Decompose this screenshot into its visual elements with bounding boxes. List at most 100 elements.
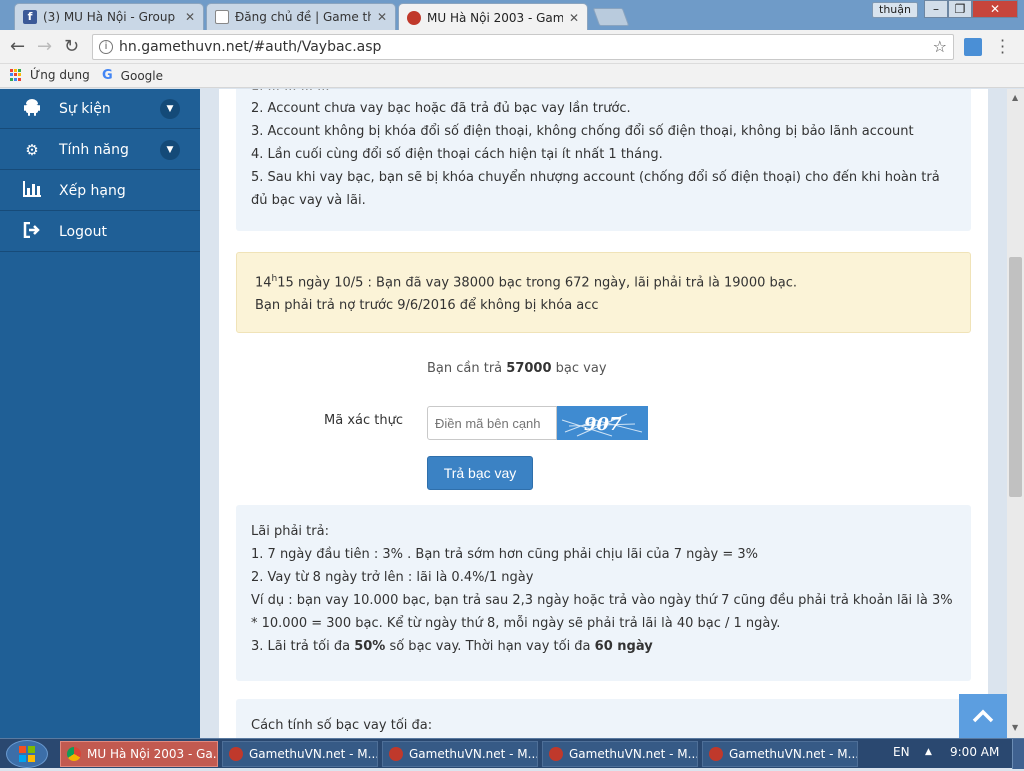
window-close-button[interactable]: ✕ bbox=[972, 0, 1018, 18]
taskbar-item-game[interactable]: GamethuVN.net - M... bbox=[222, 741, 378, 767]
start-button[interactable] bbox=[6, 740, 48, 768]
sidebar-item-events[interactable]: Sự kiện ▼ bbox=[0, 89, 200, 129]
taskbar-item-chrome[interactable]: MU Hà Nội 2003 - Ga... bbox=[60, 741, 218, 767]
bookmark-apps[interactable]: Ứng dụng bbox=[10, 68, 90, 82]
taskbar-item-label: GamethuVN.net - M... bbox=[729, 747, 858, 761]
taskbar-item-label: GamethuVN.net - M... bbox=[569, 747, 698, 761]
repay-amount-suffix: bạc vay bbox=[555, 361, 607, 376]
bookmark-star-icon[interactable]: ☆ bbox=[933, 35, 947, 59]
profile-button[interactable]: thuận bbox=[872, 2, 918, 18]
minimize-button[interactable]: – bbox=[924, 0, 948, 18]
close-icon[interactable]: ✕ bbox=[569, 11, 579, 25]
show-desktop-button[interactable] bbox=[1012, 739, 1024, 769]
android-icon bbox=[22, 98, 42, 120]
max-loan-box: Cách tính số bạc vay tối đa: bbox=[236, 699, 971, 738]
sidebar-item-features[interactable]: ⚙ Tính năng ▼ bbox=[0, 130, 200, 170]
menu-icon[interactable]: · · · bbox=[1000, 33, 1005, 61]
tab-facebook[interactable]: f (3) MU Hà Nội - Group A ✕ bbox=[14, 3, 204, 30]
forward-icon[interactable]: → bbox=[37, 36, 52, 57]
sidebar-item-logout[interactable]: Logout bbox=[0, 212, 200, 252]
language-indicator[interactable]: EN bbox=[893, 745, 910, 759]
scroll-to-top-button[interactable] bbox=[959, 694, 1007, 738]
bookmarks-bar: Ứng dụng G Google bbox=[0, 64, 1024, 88]
captcha-input[interactable] bbox=[427, 406, 557, 440]
condition-item: 3. Account không bị khóa đổi số điện tho… bbox=[251, 124, 914, 139]
google-icon: G bbox=[102, 68, 113, 83]
interest-max-text: 3. Lãi trả tối đa bbox=[251, 639, 351, 654]
repay-button[interactable]: Trả bạc vay bbox=[427, 456, 533, 490]
condition-item: 2. Account chưa vay bạc hoặc đã trả đủ b… bbox=[251, 101, 631, 116]
condition-item: 4. Lần cuối cùng đổi số điện thoại cách … bbox=[251, 147, 663, 162]
close-icon[interactable]: ✕ bbox=[377, 10, 387, 24]
reload-icon[interactable]: ↻ bbox=[64, 36, 79, 57]
repay-amount-prefix: Bạn cần trả bbox=[427, 361, 503, 376]
interest-term-days: 60 ngày bbox=[594, 639, 653, 654]
bar-chart-icon bbox=[22, 180, 42, 201]
document-icon bbox=[215, 10, 229, 24]
page-viewport: Sự kiện ▼ ⚙ Tính năng ▼ Xếp hạng Logout … bbox=[0, 89, 1024, 738]
chevron-down-icon[interactable]: ▼ bbox=[160, 99, 180, 119]
tab-forum[interactable]: Đăng chủ đề | Game thủ ✕ bbox=[206, 3, 396, 30]
close-icon[interactable]: ✕ bbox=[185, 10, 195, 24]
interest-info-box: Lãi phải trả: 1. 7 ngày đầu tiên : 3% . … bbox=[236, 505, 971, 681]
mu-game-icon bbox=[229, 747, 243, 761]
captcha-label: Mã xác thực bbox=[324, 413, 403, 428]
repay-amount-text: Bạn cần trả 57000 bạc vay bbox=[427, 361, 607, 376]
captcha-image: 907 bbox=[557, 406, 648, 440]
new-tab-button[interactable] bbox=[592, 8, 630, 26]
taskbar-item-label: GamethuVN.net - M... bbox=[409, 747, 538, 761]
apps-grid-icon bbox=[10, 69, 22, 81]
tab-title: Đăng chủ đề | Game thủ bbox=[235, 10, 371, 24]
interest-term-text: số bạc vay. Thời hạn vay tối đa bbox=[389, 639, 591, 654]
windows-taskbar: MU Hà Nội 2003 - Ga... GamethuVN.net - M… bbox=[0, 738, 1024, 769]
sidebar-item-label: Xếp hạng bbox=[59, 182, 126, 199]
sidebar-item-label: Logout bbox=[59, 223, 107, 240]
maximize-button[interactable]: ❐ bbox=[948, 0, 972, 18]
notice-hour: 14 bbox=[255, 275, 272, 291]
bookmark-label: Google bbox=[120, 68, 163, 83]
tab-mu-hanoi[interactable]: MU Hà Nội 2003 - Game ✕ bbox=[398, 3, 588, 31]
scrollbar-thumb[interactable] bbox=[1009, 257, 1022, 497]
repay-amount-value: 57000 bbox=[506, 361, 552, 376]
sidebar: Sự kiện ▼ ⚙ Tính năng ▼ Xếp hạng Logout bbox=[0, 89, 200, 738]
url-text: hn.gamethuvn.net/#auth/Vaybac.asp bbox=[119, 39, 382, 55]
condition-item: 5. Sau khi vay bạc, bạn sẽ bị khóa chuyể… bbox=[251, 170, 940, 208]
tab-title: MU Hà Nội 2003 - Game bbox=[427, 10, 563, 25]
interest-line: 1. 7 ngày đầu tiên : 3% . Bạn trả sớm hơ… bbox=[251, 547, 759, 562]
back-icon[interactable]: ← bbox=[10, 36, 25, 57]
browser-tab-strip: f (3) MU Hà Nội - Group A ✕ Đăng chủ đề … bbox=[0, 0, 1024, 31]
extension-icon[interactable] bbox=[964, 38, 982, 56]
main-content: 1. ... ... ... ... 2. Account chưa vay b… bbox=[219, 89, 988, 738]
clock[interactable]: 9:00 AM bbox=[950, 745, 999, 759]
notice-text: 15 ngày 10/5 : Bạn đã vay 38000 bạc tron… bbox=[277, 275, 797, 291]
gears-icon: ⚙ bbox=[25, 140, 39, 159]
scroll-up-arrow-icon[interactable]: ▲ bbox=[1012, 93, 1018, 102]
sidebar-item-ranking[interactable]: Xếp hạng bbox=[0, 171, 200, 211]
page-scrollbar[interactable]: ▲ ▼ bbox=[1007, 89, 1024, 738]
interest-line: 3. Lãi trả tối đa 50% số bạc vay. Thời h… bbox=[251, 635, 956, 658]
taskbar-item-label: MU Hà Nội 2003 - Ga... bbox=[87, 747, 218, 761]
info-icon[interactable]: i bbox=[99, 40, 113, 54]
notice-line-2: Bạn phải trả nợ trước 9/6/2016 để không … bbox=[255, 298, 599, 314]
taskbar-item-game[interactable]: GamethuVN.net - M... bbox=[382, 741, 538, 767]
interest-title: Lãi phải trả: bbox=[251, 524, 329, 539]
chevron-down-icon[interactable]: ▼ bbox=[160, 140, 180, 160]
interest-line: 2. Vay từ 8 ngày trở lên : lãi là 0.4%/1… bbox=[251, 570, 534, 585]
mu-game-icon bbox=[549, 747, 563, 761]
scroll-down-arrow-icon[interactable]: ▼ bbox=[1012, 723, 1018, 732]
max-loan-title: Cách tính số bạc vay tối đa: bbox=[251, 718, 433, 733]
sidebar-item-label: Tính năng bbox=[59, 141, 129, 158]
mu-game-icon bbox=[389, 747, 403, 761]
taskbar-item-game[interactable]: GamethuVN.net - M... bbox=[542, 741, 698, 767]
taskbar-item-game[interactable]: GamethuVN.net - M... bbox=[702, 741, 858, 767]
tray-expand-icon[interactable]: ▲ bbox=[925, 747, 932, 757]
taskbar-item-label: GamethuVN.net - M... bbox=[249, 747, 378, 761]
notice-line-1: 14h15 ngày 10/5 : Bạn đã vay 38000 bạc t… bbox=[255, 268, 952, 294]
condition-partial: 1. ... ... ... ... bbox=[251, 89, 956, 97]
address-bar[interactable]: i hn.gamethuvn.net/#auth/Vaybac.asp ☆ bbox=[92, 34, 954, 60]
bookmark-google[interactable]: G Google bbox=[102, 68, 163, 83]
sidebar-item-label: Sự kiện bbox=[59, 100, 111, 117]
interest-max-percent: 50% bbox=[354, 639, 386, 654]
captcha-text: 907 bbox=[584, 414, 622, 435]
mu-game-icon bbox=[407, 10, 421, 25]
